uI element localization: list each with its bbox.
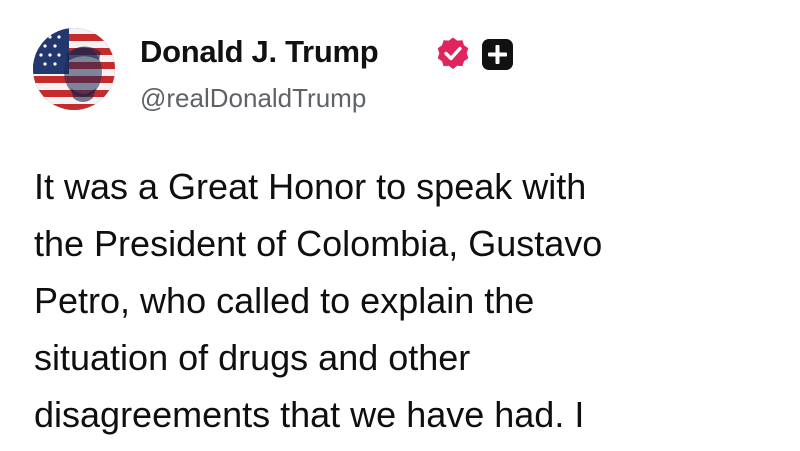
post-text-line: situation of drugs and other <box>34 337 471 378</box>
post-text-line: the President of Colombia, Gustavo <box>34 223 603 264</box>
plus-badge-icon <box>482 39 513 70</box>
avatar-image <box>33 28 115 110</box>
post-text-line: disagreements that we have had. I <box>34 394 585 435</box>
post-text-line: It was a Great Honor to speak with <box>34 166 587 207</box>
author-display-name[interactable]: Donald J. Trump <box>140 34 379 70</box>
avatar[interactable] <box>33 28 115 110</box>
verified-badge-icon <box>437 37 469 69</box>
author-handle[interactable]: @realDonaldTrump <box>140 83 366 114</box>
post-text-line: Petro, who called to explain the <box>34 280 535 321</box>
post-text: It was a Great Honor to speak with the P… <box>34 158 774 443</box>
post-card: Donald J. Trump @realDonaldTrump It was … <box>0 0 800 451</box>
